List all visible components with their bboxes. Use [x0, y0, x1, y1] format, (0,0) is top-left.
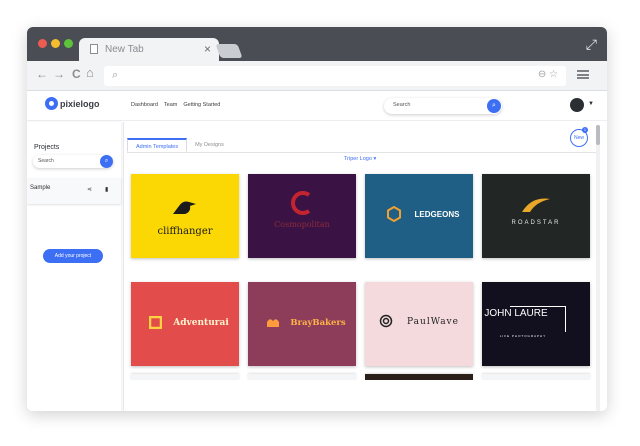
header-search-input[interactable]: Search ⌕: [384, 98, 502, 114]
menu-team[interactable]: Team: [164, 102, 177, 108]
add-project-button[interactable]: Add your project: [43, 249, 103, 263]
avatar[interactable]: [570, 98, 584, 112]
card-name: PaulWave: [407, 317, 459, 327]
template-card-roadstar[interactable]: ROADSTAR: [482, 174, 590, 258]
card-name: Adventurai: [173, 318, 229, 328]
tab-my-designs[interactable]: My Designs: [187, 138, 232, 152]
card-name: Cosmopolitan: [274, 220, 330, 229]
logo-text: pixielogo: [60, 98, 100, 109]
app-header: pixielogo Dashboard Team Getting Started…: [27, 91, 607, 121]
document-icon: [90, 44, 98, 54]
template-tabs: Admin Templates My Designs: [127, 138, 232, 152]
template-card-john-laure[interactable]: JOHN LAURE LIFE PHOTOGRAPHY: [482, 282, 590, 366]
scrollbar[interactable]: [596, 125, 600, 411]
card-name: cliffhanger: [157, 226, 213, 237]
projects-title: Projects: [34, 144, 60, 151]
template-card-partial[interactable]: [482, 374, 590, 380]
card-name: BrayBakers: [290, 318, 346, 328]
header-search-placeholder: Search: [393, 102, 411, 108]
search-icon: ⌕: [112, 69, 119, 81]
tab-divider: [127, 152, 600, 153]
card-name: LEDGEONS: [414, 210, 460, 219]
template-card-ledgeons[interactable]: LEDGEONS: [365, 174, 473, 258]
header-search-button[interactable]: ⌕: [487, 99, 501, 113]
maximize-window-dot[interactable]: [64, 39, 73, 48]
share-icon[interactable]: ⋖: [87, 186, 92, 193]
new-tab-button[interactable]: [215, 44, 243, 58]
logo-filter-dropdown[interactable]: Triper Logo ▾: [344, 156, 376, 162]
template-card-braybakers[interactable]: BrayBakers: [248, 282, 356, 366]
app-area: pixielogo Dashboard Team Getting Started…: [27, 91, 607, 411]
menu-dashboard[interactable]: Dashboard: [131, 102, 158, 108]
road-swoosh-icon: [522, 198, 550, 212]
minimize-window-dot[interactable]: [51, 39, 60, 48]
card-subtitle: LIFE PHOTOGRAPHY: [499, 334, 547, 338]
forward-icon[interactable]: →: [53, 67, 65, 81]
template-card-adventurai[interactable]: Adventurai: [131, 282, 239, 366]
template-card-partial[interactable]: [248, 374, 356, 380]
projects-search-button[interactable]: ⌕: [100, 155, 113, 168]
new-badge: 1: [582, 127, 588, 133]
template-card-paulwave[interactable]: PaulWave: [365, 282, 473, 366]
project-item[interactable]: Sample ⋖ ▮: [27, 178, 121, 204]
home-icon[interactable]: ⌂: [86, 65, 94, 80]
card-name: JOHN LAURE: [484, 308, 548, 319]
project-name: Sample: [30, 185, 51, 191]
template-card-cliffhanger[interactable]: cliffhanger: [131, 174, 239, 258]
browser-toolbar: ← → C ⌂ ⌕ ⊖ ☆: [27, 61, 607, 91]
tab-admin-templates[interactable]: Admin Templates: [127, 138, 188, 152]
c-logo-icon: [291, 191, 311, 215]
fullscreen-icon[interactable]: ⤢: [586, 36, 597, 53]
browser-tab-title: New Tab: [105, 44, 144, 55]
zoom-and-bookmark-icons[interactable]: ⊖ ☆: [538, 69, 558, 80]
scrollbar-thumb[interactable]: [596, 125, 600, 145]
browser-titlebar: New Tab × ⤢: [27, 27, 607, 61]
trash-icon[interactable]: ▮: [105, 186, 108, 193]
browser-menu-icon[interactable]: [577, 70, 589, 79]
address-bar[interactable]: ⌕ ⊖ ☆: [104, 66, 566, 86]
menu-getting-started[interactable]: Getting Started: [183, 102, 220, 108]
logo-mark-icon: [45, 97, 58, 110]
projects-search-input[interactable]: Search ⌕: [33, 155, 113, 168]
reload-icon[interactable]: C: [72, 67, 81, 81]
template-card-partial[interactable]: [131, 374, 239, 380]
card-name: ROADSTAR: [511, 220, 561, 226]
projects-search-placeholder: Search: [38, 158, 54, 164]
templates-panel: Admin Templates My Designs New 1 Triper …: [123, 122, 607, 411]
logo[interactable]: pixielogo: [45, 97, 100, 110]
back-icon[interactable]: ←: [36, 67, 48, 81]
main-menu: Dashboard Team Getting Started: [131, 102, 220, 108]
bird-icon: [173, 201, 196, 214]
template-card-partial[interactable]: [365, 374, 473, 380]
browser-tab[interactable]: New Tab ×: [79, 38, 219, 61]
chevron-down-icon[interactable]: ▼: [588, 101, 594, 107]
close-window-dot[interactable]: [38, 39, 47, 48]
close-tab-icon[interactable]: ×: [204, 42, 211, 56]
browser-window: New Tab × ⤢ ← → C ⌂ ⌕ ⊖ ☆ pixielogo Dash…: [27, 27, 607, 411]
projects-sidebar: Projects Search ⌕ Sample ⋖ ▮ Add your pr…: [27, 122, 121, 411]
template-card-cosmopolitan[interactable]: Cosmopolitan: [248, 174, 356, 258]
